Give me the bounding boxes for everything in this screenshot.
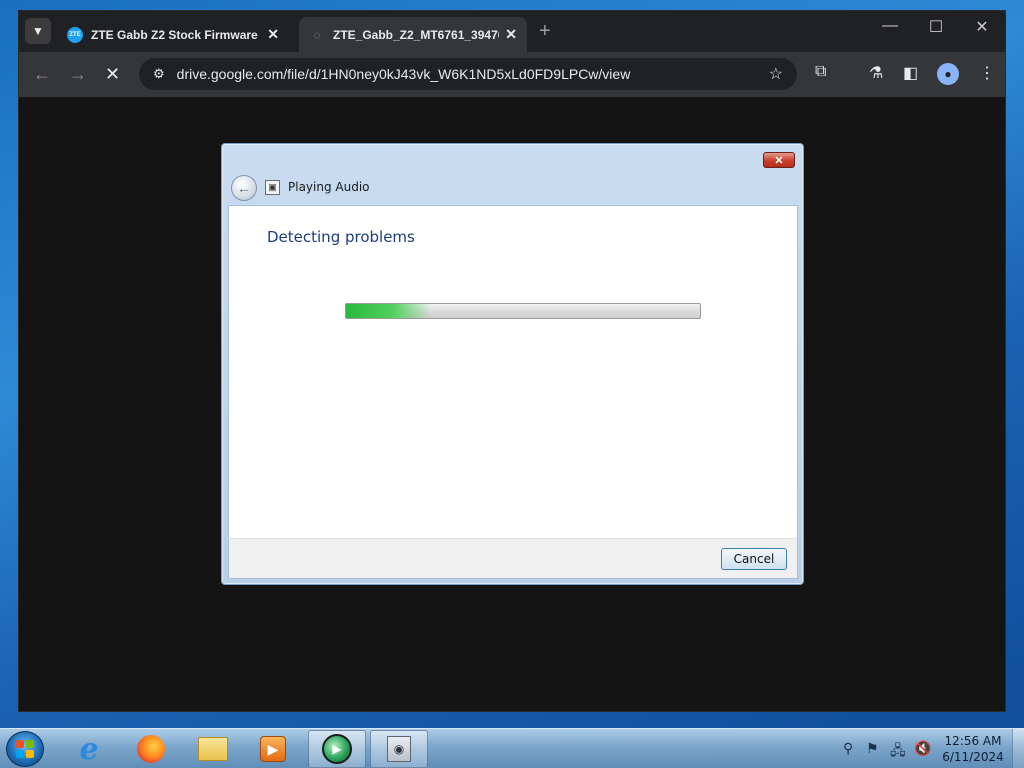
browser-menu-icon[interactable]: ⋮ (979, 63, 995, 83)
tab-drive-file[interactable]: ◌ ZTE_Gabb_Z2_MT6761_394760 ✕ (299, 17, 527, 52)
bookmark-star-icon[interactable]: ☆ (769, 64, 783, 84)
tab-strip: ▼ ZTE ZTE Gabb Z2 Stock Firmware R ✕ ◌ Z… (19, 11, 1005, 52)
url-text[interactable]: drive.google.com/file/d/1HN0ney0kJ43vk_W… (177, 66, 631, 82)
dialog-back-button[interactable]: ← (231, 175, 257, 201)
tab-close-icon[interactable]: ✕ (267, 26, 279, 43)
volume-muted-icon[interactable]: 🔇 (914, 740, 931, 757)
firefox-icon (137, 735, 165, 763)
taskbar-media-center[interactable]: ▶ (308, 730, 366, 768)
zte-favicon-icon: ZTE (67, 26, 83, 43)
side-panel-icon[interactable]: ◧ (903, 63, 918, 83)
close-icon: ✕ (774, 154, 784, 167)
browser-toolbar: ← → ✕ ⚙ drive.google.com/file/d/1HN0ney0… (19, 52, 1005, 97)
tab-title: ZTE_Gabb_Z2_MT6761_394760 (333, 27, 500, 42)
troubleshooter-icon: ◉ (387, 736, 411, 762)
action-center-flag-icon[interactable]: ⚑ (866, 740, 879, 757)
network-icon[interactable]: 🖧 (890, 740, 906, 764)
forward-button[interactable]: → (69, 64, 87, 85)
folder-icon (198, 737, 228, 761)
cancel-button[interactable]: Cancel (721, 548, 787, 570)
search-tray-icon[interactable]: ⚲ (843, 740, 853, 757)
loading-favicon-icon: ◌ (313, 27, 321, 42)
tab-title: ZTE Gabb Z2 Stock Firmware R (91, 27, 262, 42)
tab-close-icon[interactable]: ✕ (505, 26, 517, 43)
extensions-icon[interactable]: ⧉ (815, 63, 826, 81)
stop-loading-button[interactable]: ✕ (105, 64, 120, 85)
minimize-button[interactable]: — (867, 17, 913, 35)
taskbar-firefox[interactable] (122, 730, 180, 768)
dialog-content: Detecting problems (228, 205, 798, 538)
windows-logo-icon (16, 740, 34, 758)
troubleshooter-dialog: ✕ ← ▣ Playing Audio Detecting problems C… (221, 143, 804, 585)
maximize-button[interactable]: ☐ (913, 17, 959, 37)
status-heading: Detecting problems (267, 228, 415, 246)
labs-icon[interactable]: ⚗ (869, 63, 883, 83)
progress-bar (345, 303, 701, 319)
back-button[interactable]: ← (33, 64, 51, 85)
taskbar-windows-explorer[interactable] (184, 730, 242, 768)
tab-firmware-page[interactable]: ZTE ZTE Gabb Z2 Stock Firmware R ✕ (57, 17, 289, 52)
back-arrow-icon: ← (237, 180, 251, 196)
profile-avatar-icon[interactable]: ● (937, 63, 959, 85)
taskbar-internet-explorer[interactable]: e (60, 730, 118, 768)
taskbar-media-player[interactable]: ▶ (244, 730, 302, 768)
tab-search-button[interactable]: ▼ (25, 18, 51, 44)
progress-fill (346, 304, 431, 318)
system-clock[interactable]: 12:56 AM 6/11/2024 (938, 733, 1008, 765)
chevron-down-icon: ▼ (32, 24, 44, 38)
start-button[interactable] (6, 731, 44, 767)
clock-time: 12:56 AM (944, 734, 1002, 748)
taskbar: e ▶ ▶ ◉ ⚲ ⚑ 🖧 🔇 12:56 AM 6/11/2024 (0, 728, 1024, 768)
troubleshooter-app-icon: ▣ (265, 180, 280, 195)
media-center-icon: ▶ (322, 734, 352, 764)
address-bar[interactable]: ⚙ drive.google.com/file/d/1HN0ney0kJ43vk… (139, 58, 797, 90)
media-player-icon: ▶ (260, 736, 286, 762)
new-tab-button[interactable]: + (539, 20, 551, 43)
taskbar-troubleshooter[interactable]: ◉ (370, 730, 428, 768)
dialog-close-button[interactable]: ✕ (763, 152, 795, 168)
show-desktop-button[interactable] (1012, 729, 1024, 768)
clock-date: 6/11/2024 (942, 750, 1004, 764)
internet-explorer-icon: e (79, 731, 99, 767)
dialog-title: Playing Audio (288, 180, 370, 194)
dialog-footer: Cancel (228, 538, 798, 579)
site-info-icon[interactable]: ⚙ (153, 66, 165, 82)
close-window-button[interactable]: ✕ (959, 17, 1005, 37)
